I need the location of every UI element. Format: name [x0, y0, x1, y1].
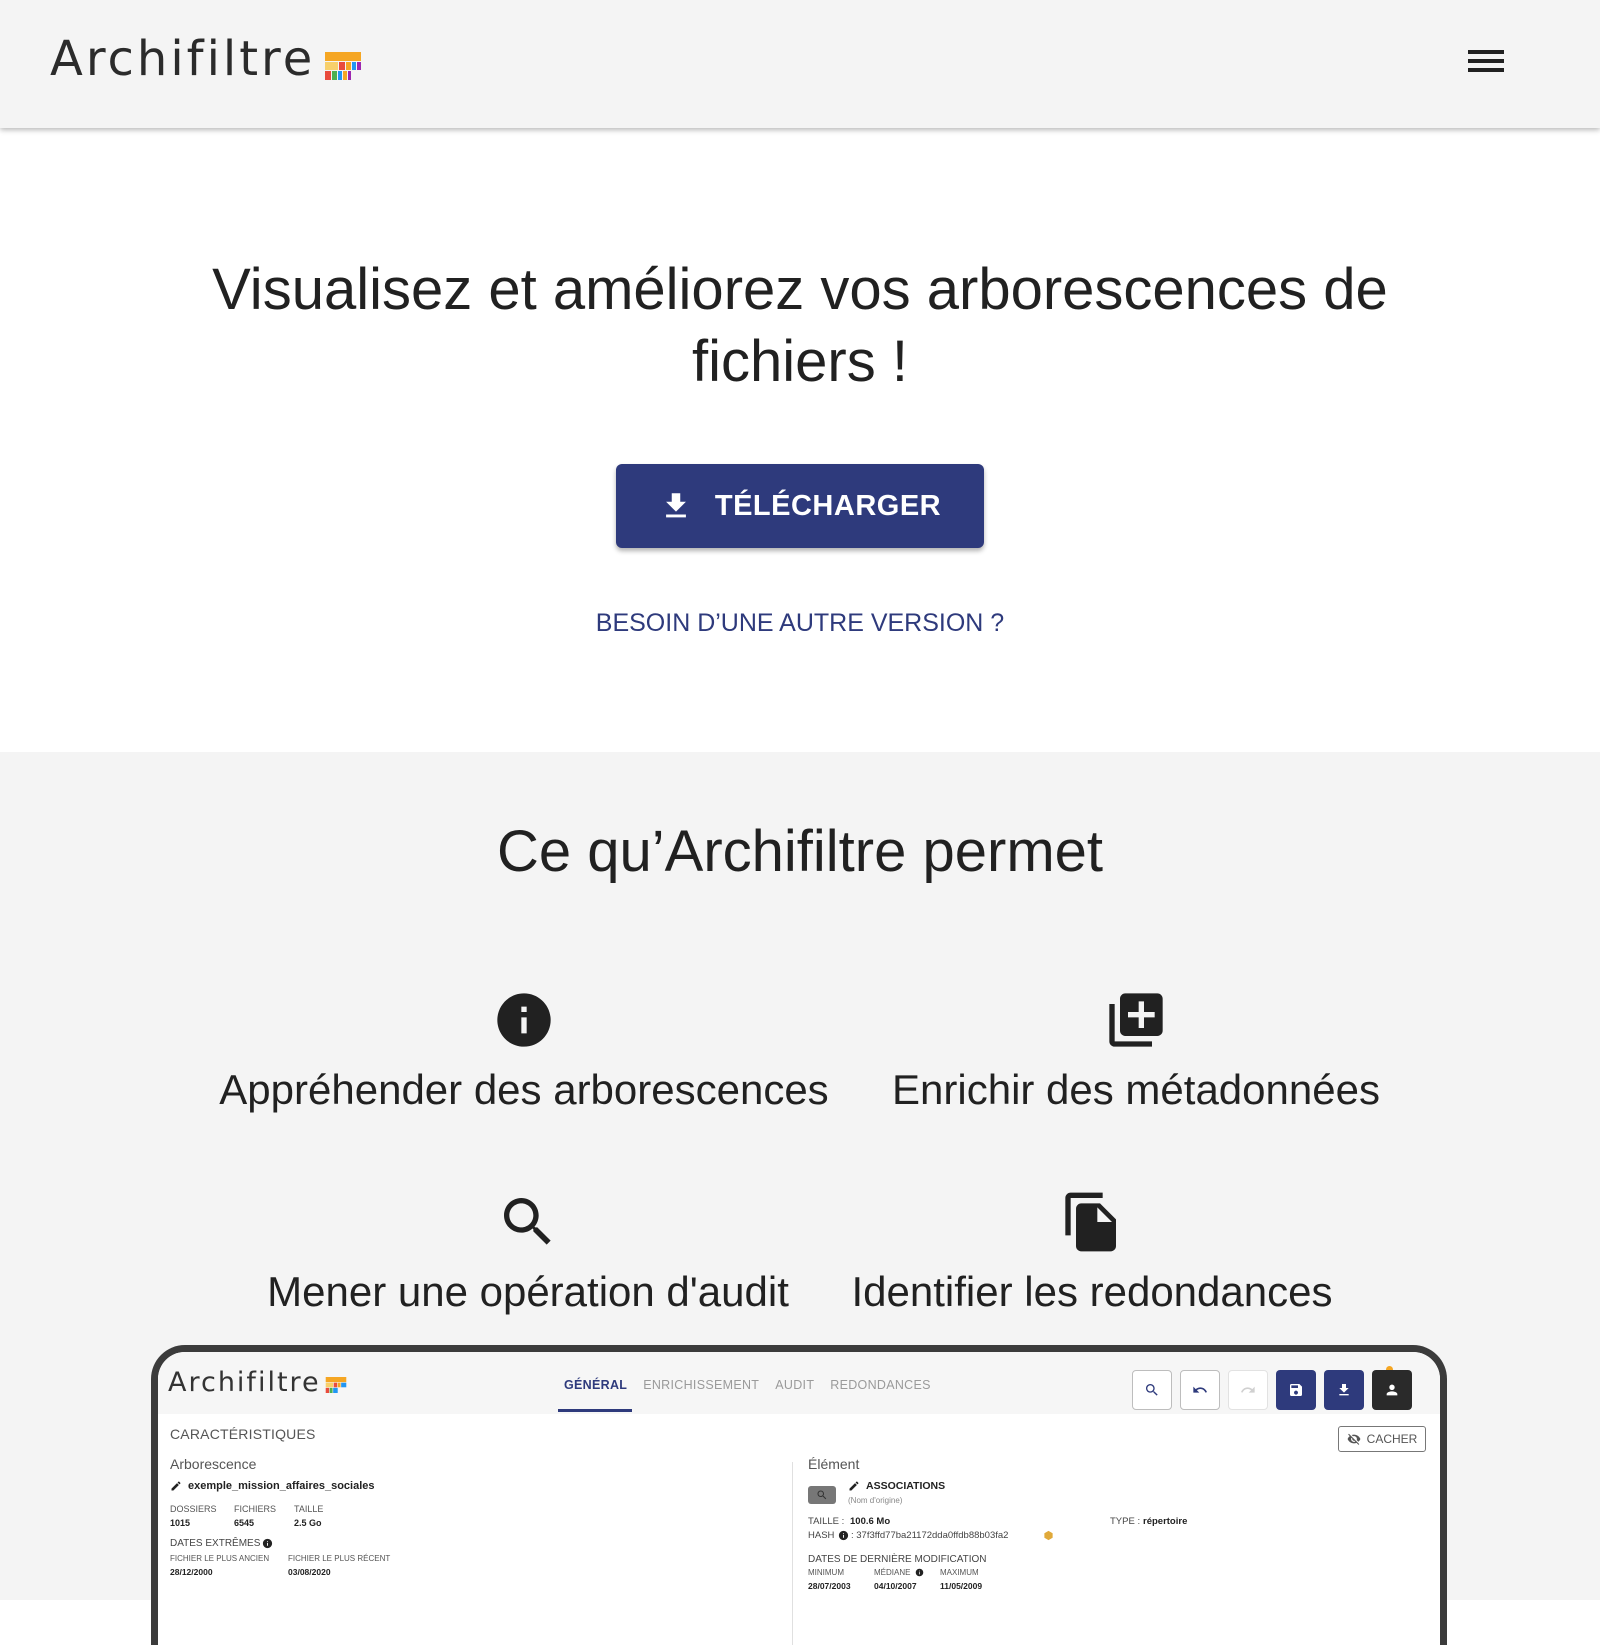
characteristics-title: CARACTÉRISTIQUES [170, 1426, 316, 1442]
archifiltre-logo-icon [325, 52, 362, 80]
feature-label: Appréhender des arborescences [219, 1066, 829, 1113]
user-icon [1386, 1384, 1398, 1396]
app-export-button[interactable] [1324, 1370, 1364, 1410]
tab-enrichissement[interactable]: ENRICHISSEMENT [643, 1378, 759, 1392]
element-name: ASSOCIATIONS [866, 1480, 946, 1492]
app-body: CARACTÉRISTIQUES CACHER Arborescence exe… [158, 1414, 1440, 1645]
feature-label: Mener une opération d'audit [267, 1268, 789, 1315]
element-heading: Élément [808, 1456, 860, 1472]
undo-icon [1193, 1386, 1207, 1393]
active-tab-indicator [558, 1409, 632, 1412]
column-divider [792, 1462, 793, 1645]
info-icon[interactable] [262, 1538, 273, 1549]
edit-icon[interactable] [848, 1480, 860, 1492]
feature-label: Identifier les redondances [851, 1268, 1333, 1315]
min-label: MINIMUM [808, 1568, 844, 1577]
tree-name: exemple_mission_affaires_sociales [188, 1480, 375, 1492]
origin-name: (Nom d'origine) [848, 1496, 903, 1505]
app-undo-button[interactable] [1180, 1370, 1220, 1410]
size-value: 100.6 Mo [850, 1516, 891, 1527]
save-icon [1290, 1384, 1302, 1396]
oldest-file-value: 28/12/2000 [170, 1567, 213, 1577]
hash-label: HASH [808, 1530, 835, 1541]
stat-value: 2.5 Go [294, 1518, 322, 1528]
feature-label: Enrichir des métadonnées [892, 1066, 1380, 1113]
dates-title: DATES EXTRÊMES [170, 1538, 261, 1549]
search-icon [1146, 1384, 1158, 1396]
download-icon [1339, 1384, 1349, 1396]
app-brand-name: Archifiltre [168, 1367, 321, 1398]
median-label: MÉDIANE [874, 1568, 911, 1577]
features-title: Ce qu’Archifiltre permet [497, 819, 1103, 884]
feature-item: Mener une opération d'audit [208, 1190, 848, 1316]
search-icon [504, 1198, 551, 1245]
tab-audit[interactable]: AUDIT [775, 1378, 814, 1392]
folder-thumbnail [808, 1486, 836, 1504]
cube-icon [1044, 1530, 1053, 1541]
hero-section: Visualisez et améliorez vos arborescence… [0, 128, 1600, 752]
info-icon [497, 993, 551, 1047]
stat-value: 1015 [170, 1518, 191, 1528]
tab-general[interactable]: GÉNÉRAL [564, 1378, 627, 1392]
archifiltre-logo-icon [325, 1377, 346, 1393]
app-screenshot-mockup: Archifiltre GÉNÉRAL ENRICHISSEMENT AUDIT… [151, 1345, 1447, 1645]
edit-icon[interactable] [170, 1480, 182, 1492]
add-library-icon [1109, 993, 1163, 1047]
app-save-button[interactable] [1276, 1370, 1316, 1410]
brand-logo[interactable]: Archifiltre [50, 30, 362, 88]
newest-file-value: 03/08/2020 [288, 1567, 331, 1577]
size-label: TAILLE : [808, 1516, 845, 1527]
eye-off-icon [1347, 1433, 1361, 1445]
info-icon[interactable] [915, 1568, 924, 1577]
download-button-label: TÉLÉCHARGER [714, 489, 942, 522]
feature-item: Identifier les redondances [772, 1190, 1412, 1316]
hero-title: Visualisez et améliorez vos arborescence… [212, 257, 1388, 394]
app-header: Archifiltre GÉNÉRAL ENRICHISSEMENT AUDIT… [158, 1352, 1440, 1414]
feature-item: Enrichir des métadonnées [816, 988, 1456, 1114]
newest-file-label: FICHIER LE PLUS RÉCENT [288, 1554, 391, 1563]
download-button[interactable]: TÉLÉCHARGER [616, 464, 984, 548]
features-section: Ce qu’Archifiltre permet Appréhender des… [0, 752, 1600, 1645]
top-bar: Archifiltre [0, 0, 1600, 128]
file-copy-icon [1065, 1192, 1116, 1252]
stat-label: TAILLE [294, 1504, 324, 1514]
app-search-button[interactable] [1132, 1370, 1172, 1410]
tab-redondances[interactable]: REDONDANCES [830, 1378, 931, 1392]
hide-button[interactable]: CACHER [1338, 1426, 1426, 1452]
redo-icon [1241, 1386, 1255, 1393]
info-icon[interactable] [838, 1530, 849, 1541]
min-value: 28/07/2003 [808, 1581, 851, 1591]
median-value: 04/10/2007 [874, 1581, 917, 1591]
download-icon [665, 493, 686, 518]
hamburger-menu-icon[interactable] [1466, 46, 1506, 80]
hide-button-label: CACHER [1366, 1432, 1418, 1446]
stat-label: FICHIERS [234, 1504, 277, 1514]
other-version-link[interactable]: BESOIN D’UNE AUTRE VERSION ? [400, 609, 1200, 638]
type-label: TYPE : [1110, 1516, 1141, 1527]
feature-item: Appréhender des arborescences [204, 988, 844, 1114]
hash-value: : 37f3ffd77ba21172dda0ffdb88b03fa2 [851, 1530, 1009, 1541]
oldest-file-label: FICHIER LE PLUS ANCIEN [170, 1554, 270, 1563]
stat-label: DOSSIERS [170, 1504, 217, 1514]
search-icon [817, 1490, 827, 1500]
tree-heading: Arborescence [170, 1456, 257, 1472]
app-tabs: GÉNÉRAL ENRICHISSEMENT AUDIT REDONDANCES [564, 1378, 947, 1392]
app-brand: Archifiltre [168, 1368, 347, 1398]
max-value: 11/05/2009 [940, 1581, 983, 1591]
max-label: MAXIMUM [940, 1568, 979, 1577]
type-value: répertoire [1143, 1516, 1188, 1527]
stat-value: 6545 [234, 1518, 255, 1528]
brand-name: Archifiltre [50, 31, 316, 87]
app-redo-button[interactable] [1228, 1370, 1268, 1410]
app-user-button[interactable] [1372, 1370, 1412, 1410]
modification-dates-title: DATES DE DERNIÈRE MODIFICATION [808, 1554, 987, 1565]
